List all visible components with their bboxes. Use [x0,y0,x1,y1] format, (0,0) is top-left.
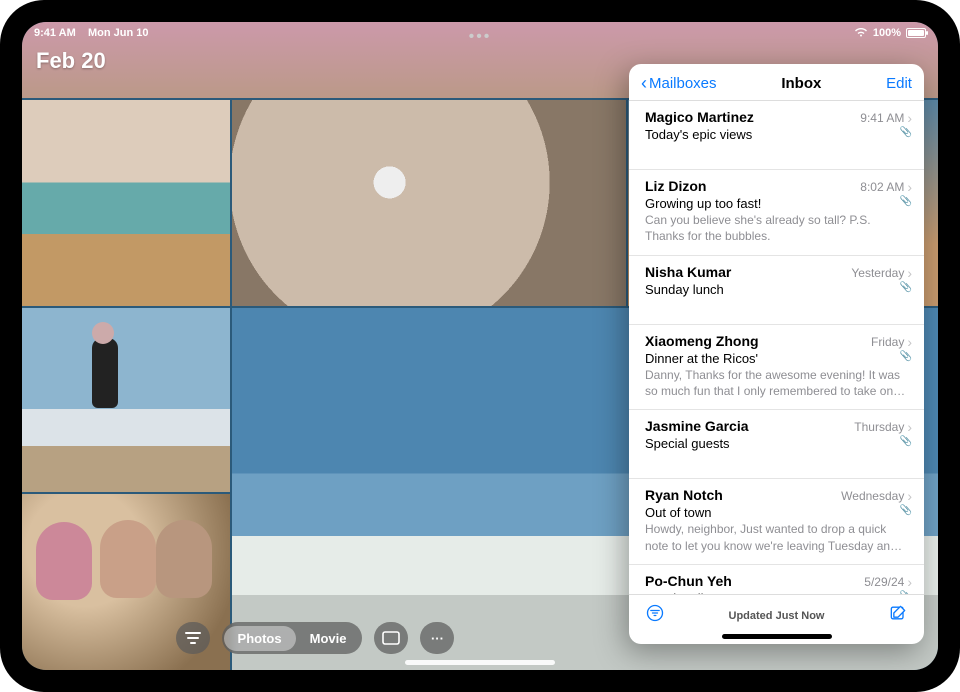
segment-photos[interactable]: Photos [224,626,296,651]
screen: 9:41 AM Mon Jun 10 100% ••• Feb 20 [22,22,938,670]
mail-time: Yesterday › [851,265,912,281]
mail-preview: Howdy, neighbor, Just wanted to drop a q… [645,521,912,553]
status-date: Mon Jun 10 [88,27,149,39]
mail-filter-button[interactable] [645,603,665,628]
photo-tile[interactable] [22,308,230,492]
mail-message-row[interactable]: Ryan Notch Wednesday ›Out of townHowdy, n… [629,479,924,564]
mail-slideover: ••• ‹ Mailboxes Inbox Edit Magico Martin… [629,64,924,644]
mail-time: Wednesday › [841,488,912,504]
mail-header: ‹ Mailboxes Inbox Edit [629,64,924,101]
chevron-right-icon: › [907,265,912,281]
mail-compose-button[interactable] [888,603,908,628]
mail-message-row[interactable]: Jasmine Garcia Thursday ›Special guests 📎 [629,410,924,479]
chevron-right-icon: › [907,574,912,590]
mail-time: 8:02 AM › [860,179,912,195]
mail-back-label: Mailboxes [649,75,717,92]
mail-sender: Ryan Notch [645,487,723,503]
mail-subject: Lunch call? [645,591,912,594]
paperclip-icon: 📎 [900,351,912,362]
mail-subject: Today's epic views [645,127,912,142]
chevron-right-icon: › [907,179,912,195]
mail-subject: Growing up too fast! [645,196,912,211]
photos-date-heading: Feb 20 [36,48,106,74]
chevron-right-icon: › [907,334,912,350]
paperclip-icon: 📎 [900,196,912,207]
mail-preview [645,452,912,468]
mail-title: Inbox [781,75,821,92]
status-time: 9:41 AM [34,27,76,39]
mail-message-row[interactable]: Magico Martinez 9:41 AM ›Today's epic vie… [629,101,924,170]
home-indicator[interactable] [405,660,555,665]
chevron-left-icon: ‹ [641,74,647,92]
mail-preview [645,143,912,159]
paperclip-icon: 📎 [900,127,912,138]
filter-button[interactable] [176,622,210,654]
mail-message-row[interactable]: Po-Chun Yeh 5/29/24 ›Lunch call? 📎 [629,565,924,594]
multitask-dots-icon[interactable]: ••• [469,28,492,46]
mail-time: 9:41 AM › [860,110,912,126]
segment-movie[interactable]: Movie [296,626,361,651]
photo-tile[interactable] [232,100,626,306]
status-right: 100% [854,27,926,40]
mail-sender: Xiaomeng Zhong [645,333,759,349]
mail-message-list[interactable]: Magico Martinez 9:41 AM ›Today's epic vie… [629,101,924,594]
mail-time: 5/29/24 › [864,574,912,590]
mail-sender: Jasmine Garcia [645,418,749,434]
paperclip-icon: 📎 [900,591,912,594]
mail-subject: Special guests [645,436,912,451]
paperclip-icon: 📎 [900,436,912,447]
paperclip-icon: 📎 [900,505,912,516]
mail-back-button[interactable]: ‹ Mailboxes [641,74,717,92]
aspect-button[interactable] [374,622,408,654]
mail-subject: Sunday lunch [645,282,912,297]
paperclip-icon: 📎 [900,282,912,293]
photos-bottom-toolbar: Photos Movie ··· [22,622,608,654]
mail-preview [645,298,912,314]
photo-tile[interactable] [22,100,230,306]
view-mode-segment: Photos Movie [222,622,363,654]
mail-subject: Dinner at the Ricos' [645,351,912,366]
mail-time: Friday › [871,334,912,350]
mail-preview: Can you believe she's already so tall? P… [645,212,912,244]
chevron-right-icon: › [907,419,912,435]
battery-icon [906,28,926,38]
battery-percent: 100% [873,27,901,39]
mail-sender: Liz Dizon [645,178,706,194]
mail-toolbar: Updated Just Now [629,594,924,634]
mail-message-row[interactable]: Xiaomeng Zhong Friday ›Dinner at the Rico… [629,325,924,410]
mail-status-label: Updated Just Now [729,610,825,622]
mail-message-row[interactable]: Liz Dizon 8:02 AM ›Growing up too fast!Ca… [629,170,924,255]
ipad-frame: 9:41 AM Mon Jun 10 100% ••• Feb 20 [0,0,960,692]
status-left: 9:41 AM Mon Jun 10 [34,27,149,39]
chevron-right-icon: › [907,488,912,504]
mail-preview: Danny, Thanks for the awesome evening! I… [645,367,912,399]
mail-message-row[interactable]: Nisha Kumar Yesterday ›Sunday lunch 📎 [629,256,924,325]
more-button[interactable]: ··· [420,622,454,654]
mail-edit-button[interactable]: Edit [886,75,912,92]
mail-sender: Po-Chun Yeh [645,573,732,589]
mail-subject: Out of town [645,505,912,520]
mail-sender: Nisha Kumar [645,264,731,280]
mail-time: Thursday › [854,419,912,435]
chevron-right-icon: › [907,110,912,126]
slideover-home-indicator[interactable] [722,634,832,639]
ellipsis-icon: ··· [431,631,444,646]
mail-sender: Magico Martinez [645,109,754,125]
wifi-icon [854,27,868,40]
